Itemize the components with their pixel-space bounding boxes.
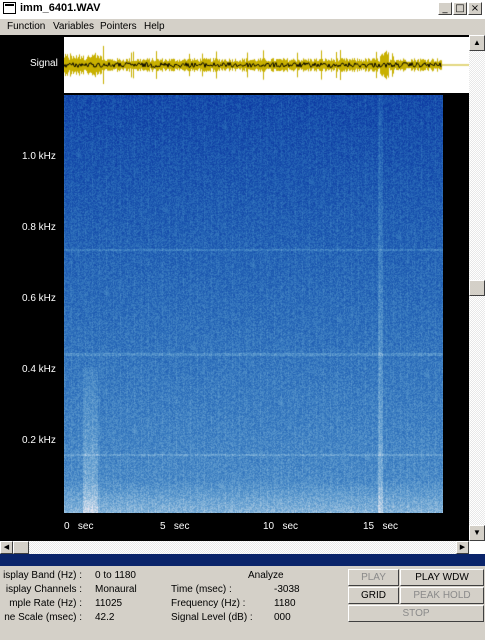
status-strip <box>0 554 485 566</box>
horizontal-scrollbar[interactable]: ◀ ▶ <box>0 541 469 554</box>
time-label: Time (msec) : <box>171 584 232 595</box>
scroll-left-button[interactable]: ◀ <box>0 541 13 554</box>
plot-area[interactable]: Signal 1.0 kHz 0.8 kHz 0.6 kHz 0.4 kHz 0… <box>0 35 469 541</box>
signal-level-label: Signal Level (dB) : <box>171 612 253 623</box>
y-tick-label: 0.6 kHz <box>22 293 56 304</box>
scroll-right-button[interactable]: ▶ <box>456 541 469 554</box>
display-info: isplay Band (Hz) : 0 to 1180 isplay Chan… <box>0 566 166 640</box>
horizontal-scroll-thumb[interactable] <box>13 541 29 554</box>
minimize-button[interactable]: _ <box>438 2 452 15</box>
close-button[interactable]: × <box>468 2 482 15</box>
info-panel: isplay Band (Hz) : 0 to 1180 isplay Chan… <box>0 566 485 640</box>
display-channels-label: isplay Channels : <box>5 584 82 595</box>
y-tick-label: 0.4 kHz <box>22 364 56 375</box>
display-band-label: isplay Band (Hz) : <box>3 570 82 581</box>
menu-bar: Function Variables Pointers Help <box>0 19 485 35</box>
time-value: -3038 <box>274 584 300 595</box>
x-tick-label: 0 sec <box>64 521 94 532</box>
frequency-label: Frequency (Hz) : <box>171 598 246 609</box>
maximize-button[interactable]: □ <box>453 2 467 15</box>
display-channels-value: Monaural <box>95 584 137 595</box>
title-bar[interactable]: imm_6401.WAV _ □ × <box>0 0 485 20</box>
scroll-up-button[interactable]: ▲ <box>469 35 485 51</box>
vertical-scroll-thumb[interactable] <box>469 280 485 296</box>
scroll-down-button[interactable]: ▼ <box>469 525 485 541</box>
frequency-value: 1180 <box>274 598 296 609</box>
app-icon[interactable] <box>3 2 16 14</box>
spectrogram[interactable] <box>64 95 443 513</box>
signal-waveform[interactable] <box>64 37 469 93</box>
y-tick-label: 0.8 kHz <box>22 222 56 233</box>
time-scale-label: ne Scale (msec) : <box>4 612 82 623</box>
menu-variables[interactable]: Variables <box>53 21 94 32</box>
sample-rate-value: 11025 <box>95 598 123 609</box>
play-button[interactable]: PLAY <box>348 569 399 586</box>
analyze-title: Analyze <box>248 570 284 581</box>
x-tick-label: 10 sec <box>263 521 299 532</box>
grid-button[interactable]: GRID <box>348 587 399 604</box>
menu-pointers[interactable]: Pointers <box>100 21 137 32</box>
window-title: imm_6401.WAV <box>20 2 101 14</box>
stop-button[interactable]: STOP <box>348 605 484 622</box>
y-tick-label: 0.2 kHz <box>22 435 56 446</box>
display-band-value: 0 to 1180 <box>95 570 136 581</box>
play-window-button[interactable]: PLAY WDW <box>400 569 484 586</box>
time-scale-value: 42.2 <box>95 612 115 623</box>
x-tick-label: 5 sec <box>160 521 190 532</box>
menu-function[interactable]: Function <box>7 21 45 32</box>
y-tick-label: 1.0 kHz <box>22 151 56 162</box>
signal-level-value: 000 <box>274 612 291 623</box>
sample-rate-label: mple Rate (Hz) : <box>9 598 82 609</box>
peak-hold-button[interactable]: PEAK HOLD <box>400 587 484 604</box>
x-tick-label: 15 sec <box>363 521 399 532</box>
analyze-box: Analyze Time (msec) : -3038 Frequency (H… <box>166 566 347 640</box>
signal-label: Signal <box>30 58 58 69</box>
menu-help[interactable]: Help <box>144 21 165 32</box>
